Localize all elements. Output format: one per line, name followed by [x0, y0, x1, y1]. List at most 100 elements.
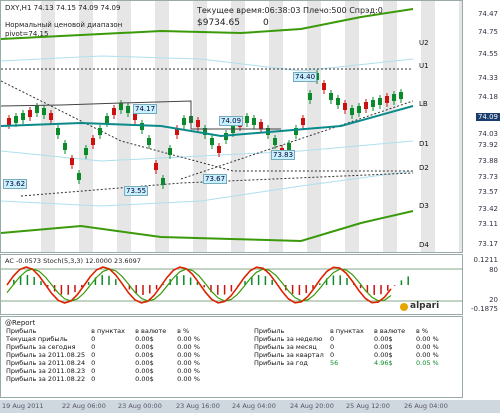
row-label: Прибыль за год — [254, 359, 308, 367]
current-price-tag: 74.09 — [475, 113, 500, 121]
tick-1: 74.47 — [477, 10, 498, 18]
row-label: Прибыль за 2011.08.24 — [6, 359, 86, 367]
price-chart-pane[interactable]: DXY,H1 74.13 74.15 74.09 74.09 Нормальны… — [0, 0, 463, 253]
table-row: Прибыль за 2011.08.25 0 0.00$ 0.00 % — [3, 351, 203, 359]
level-LB: LB — [419, 100, 428, 108]
level-D2: D2 — [419, 164, 429, 172]
row-label: Прибыль за неделю — [254, 335, 323, 343]
candle-body — [98, 128, 102, 135]
row-cur: 0.00$ — [135, 343, 154, 351]
row-cur: 4.96$ — [374, 359, 393, 367]
price-axis[interactable]: 74.47 74.75 74.55 74.33 74.18 74.09 74.0… — [463, 0, 500, 253]
candle-body — [399, 92, 403, 99]
account-pct: 0 — [263, 18, 269, 28]
time-axis[interactable]: 19 Aug 2011 22 Aug 06:00 23 Aug 00:00 23… — [0, 400, 500, 413]
candle-body — [70, 158, 74, 165]
candle-body — [336, 98, 340, 105]
chart-terminal: { "header": { "symbol_line": "DXY,H1 74.… — [0, 0, 500, 413]
level-D3: D3 — [419, 202, 429, 210]
candle-body — [21, 113, 25, 120]
row-label: Прибыль за 2011.08.23 — [6, 367, 86, 375]
alpari-logo-icon — [400, 303, 408, 311]
candle-body — [168, 148, 172, 155]
tick-6: 73.73 — [477, 173, 498, 181]
candle-body — [147, 138, 151, 145]
row-label: Прибыль — [254, 327, 285, 335]
row-pts: 0 — [91, 367, 96, 375]
row-pct: в % — [416, 327, 429, 335]
indicator-axis: 0.1211 80 20 -0.1875 — [463, 254, 500, 315]
tick-10: 74.55 — [477, 50, 498, 58]
table-row: Прибыль за месяц 0 0.00$ 0.00 % — [251, 343, 442, 351]
pivot-label: pivot=74.15 — [5, 30, 49, 38]
table-row: Прибыль за неделю 0 0.00$ 0.00 % — [251, 335, 442, 343]
report-right-header: Прибыль в пунктах в валюте в % — [251, 327, 442, 335]
table-row: Прибыль за 2011.08.24 0 0.00$ 0.00 % — [3, 359, 203, 367]
session-stripe — [41, 1, 55, 252]
tick-14: 73.17 — [477, 240, 498, 248]
candle-body — [392, 94, 396, 101]
report-left-h-label: Прибыль — [6, 327, 37, 335]
indicator-axis-80: 80 — [489, 266, 498, 274]
candle-body — [77, 173, 81, 180]
tick-4: 74.03 — [477, 130, 498, 138]
alpari-brand: alpari — [410, 301, 440, 311]
row-pts: 0 — [330, 335, 335, 343]
row-pts: 0 — [330, 343, 335, 351]
row-pct: 0.00 % — [416, 343, 439, 351]
candle-body — [252, 118, 256, 125]
candle-body — [154, 163, 158, 170]
time-label: 24 Aug 20:00 — [290, 402, 334, 410]
candle-body — [259, 122, 263, 129]
row-pct: 0.00 % — [177, 359, 200, 367]
row-cur: 0.00$ — [135, 335, 154, 343]
price-label-5: 73.67 — [203, 174, 228, 184]
row-pct: 0.05 % — [416, 359, 439, 367]
table-row: Прибыль за 2011.08.22 0 0.00$ 0.00 % — [3, 375, 203, 383]
candle-body — [287, 143, 291, 150]
report-table-right: Прибыль в пунктах в валюте в % Прибыль з… — [251, 327, 442, 367]
row-label: Прибыль за месяц — [254, 343, 317, 351]
price-label-high: 74.40 — [293, 72, 318, 82]
row-label: Прибыль за 2011.08.25 — [6, 351, 86, 359]
candle-body — [105, 116, 109, 123]
row-label: Прибыль за 2011.08.22 — [6, 375, 86, 383]
tick-12: 73.11 — [477, 220, 498, 228]
candle-body — [217, 146, 221, 153]
price-chart-svg — [1, 1, 462, 252]
candle-body — [182, 118, 186, 125]
row-pct: 0.00 % — [177, 351, 200, 359]
candle-body — [7, 118, 11, 125]
report-left-header: Прибыль в пунктах в валюте в % — [3, 327, 203, 335]
row-pct: 0.00 % — [177, 375, 200, 383]
table-row: Прибыль за сегодня 0 0.00$ 0.00 % — [3, 343, 203, 351]
session-stripe — [117, 1, 131, 252]
row-pct: 0.00 % — [177, 367, 200, 375]
indicator-axis-top: 0.1211 — [473, 256, 499, 264]
report-left-h-pct: в % — [177, 327, 190, 335]
candle-body — [245, 116, 249, 123]
time-label: 23 Aug 00:00 — [118, 402, 162, 410]
session-stripe — [459, 1, 462, 252]
candle-body — [140, 123, 144, 130]
server-time: Текущее время:06:38:03 Плечо:500 Спрэд:0 — [197, 6, 383, 15]
row-pct: 0.00 % — [177, 343, 200, 351]
candle-body — [112, 108, 116, 115]
tick-7: 73.57 — [477, 188, 498, 196]
tick-2: 74.33 — [477, 74, 498, 82]
row-pts: в пунктах — [330, 327, 364, 335]
table-row: Прибыль за 2011.08.23 0 0.00$ 0.00 % — [3, 367, 203, 375]
candle-body — [273, 138, 277, 145]
candle-body — [126, 106, 130, 113]
time-label: 22 Aug 06:00 — [62, 402, 106, 410]
candle-body — [371, 100, 375, 107]
candle-body — [210, 138, 214, 145]
row-cur: 0.00$ — [135, 359, 154, 367]
price-label-2: 74.17 — [133, 104, 158, 114]
candle-body — [385, 96, 389, 103]
candle-body — [63, 143, 67, 150]
row-pts: 0 — [91, 335, 96, 343]
indicator-pane[interactable]: AC -0.0573 Stoch(5,3,3) 12.0000 23.6097 — [0, 254, 463, 315]
candle-body — [56, 128, 60, 135]
row-cur: 0.00$ — [374, 351, 393, 359]
